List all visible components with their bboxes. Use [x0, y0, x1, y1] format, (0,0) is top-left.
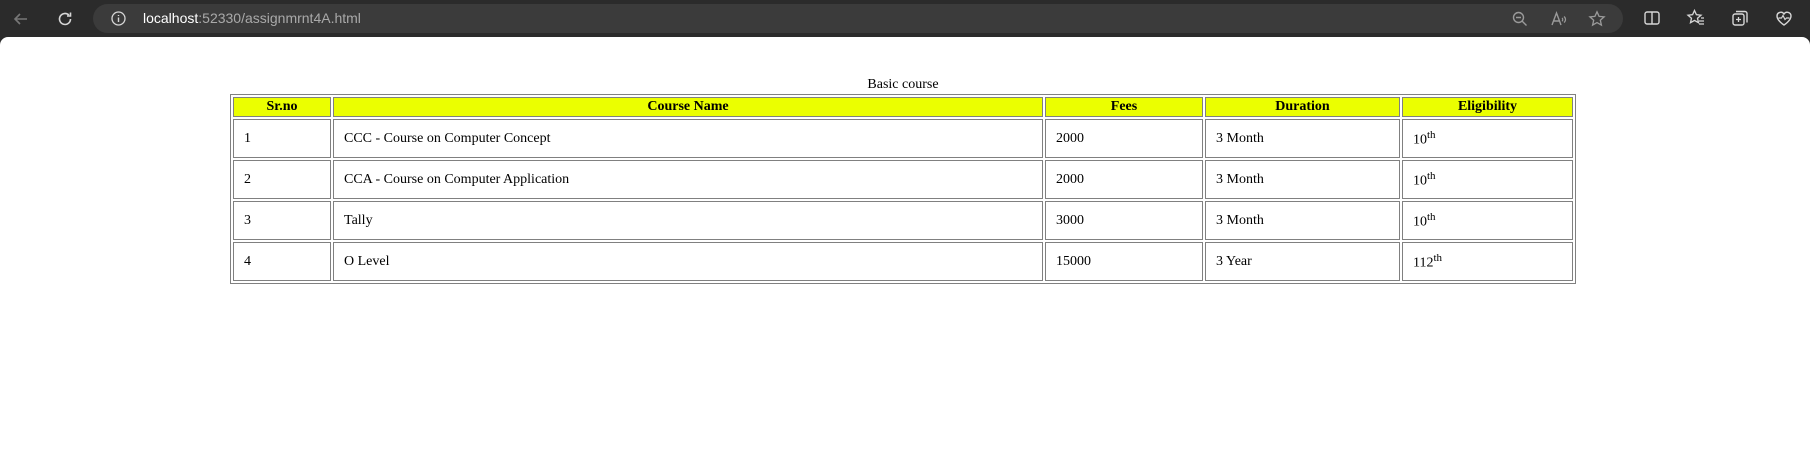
cell-course-name: CCC - Course on Computer Concept	[333, 119, 1043, 158]
table-row: 3 Tally 3000 3 Month 10th	[233, 201, 1573, 240]
table-row: 1 CCC - Course on Computer Concept 2000 …	[233, 119, 1573, 158]
eligibility-value: 10	[1413, 132, 1427, 148]
cell-fees: 15000	[1045, 242, 1203, 281]
course-table: Basic course Sr.no Course Name Fees Dura…	[230, 77, 1576, 284]
table-caption: Basic course	[867, 77, 939, 92]
header-fees: Fees	[1045, 97, 1203, 117]
cell-srno: 3	[233, 201, 331, 240]
cell-fees: 3000	[1045, 201, 1203, 240]
back-icon[interactable]	[8, 6, 34, 32]
cell-fees: 2000	[1045, 160, 1203, 199]
refresh-icon[interactable]	[52, 6, 78, 32]
read-aloud-icon[interactable]	[1550, 10, 1568, 28]
page-viewport: Basic course Sr.no Course Name Fees Dura…	[0, 37, 1810, 476]
cell-course-name: Tally	[333, 201, 1043, 240]
cell-eligibility: 112th	[1402, 242, 1573, 281]
cell-course-name: CCA - Course on Computer Application	[333, 160, 1043, 199]
eligibility-value: 10	[1413, 214, 1427, 230]
url-path: :52330/assignmrnt4A.html	[198, 10, 361, 26]
eligibility-value: 10	[1413, 173, 1427, 189]
table-row: 2 CCA - Course on Computer Application 2…	[233, 160, 1573, 199]
browser-essentials-icon[interactable]	[1774, 8, 1794, 28]
table-row: 4 O Level 15000 3 Year 112th	[233, 242, 1573, 281]
cell-course-name: O Level	[333, 242, 1043, 281]
zoom-out-icon[interactable]	[1511, 10, 1529, 28]
header-duration: Duration	[1205, 97, 1400, 117]
cell-duration: 3 Month	[1205, 201, 1400, 240]
eligibility-suffix: th	[1427, 210, 1436, 223]
cell-eligibility: 10th	[1402, 119, 1573, 158]
url-text[interactable]: localhost:52330/assignmrnt4A.html	[143, 10, 361, 26]
favorite-star-icon[interactable]	[1588, 10, 1606, 28]
header-srno: Sr.no	[233, 97, 331, 117]
cell-srno: 2	[233, 160, 331, 199]
header-course-name: Course Name	[333, 97, 1043, 117]
info-icon[interactable]	[111, 11, 126, 26]
browser-toolbar: localhost:52330/assignmrnt4A.html	[0, 0, 1810, 37]
split-screen-icon[interactable]	[1642, 8, 1662, 28]
header-eligibility: Eligibility	[1402, 97, 1573, 117]
cell-duration: 3 Month	[1205, 119, 1400, 158]
collections-icon[interactable]	[1730, 8, 1750, 28]
cell-fees: 2000	[1045, 119, 1203, 158]
url-host: localhost	[143, 10, 199, 26]
eligibility-value: 112	[1413, 255, 1434, 271]
cell-duration: 3 Month	[1205, 160, 1400, 199]
favorites-icon[interactable]	[1686, 8, 1706, 28]
page-content: Basic course Sr.no Course Name Fees Dura…	[230, 77, 1576, 284]
eligibility-suffix: th	[1427, 128, 1436, 141]
table-header-row: Sr.no Course Name Fees Duration Eligibil…	[233, 97, 1573, 117]
cell-duration: 3 Year	[1205, 242, 1400, 281]
cell-eligibility: 10th	[1402, 160, 1573, 199]
eligibility-suffix: th	[1433, 251, 1443, 264]
cell-srno: 4	[233, 242, 331, 281]
cell-eligibility: 10th	[1402, 201, 1573, 240]
eligibility-suffix: th	[1427, 169, 1436, 182]
address-bar[interactable]: localhost:52330/assignmrnt4A.html	[93, 4, 1623, 33]
cell-srno: 1	[233, 119, 331, 158]
